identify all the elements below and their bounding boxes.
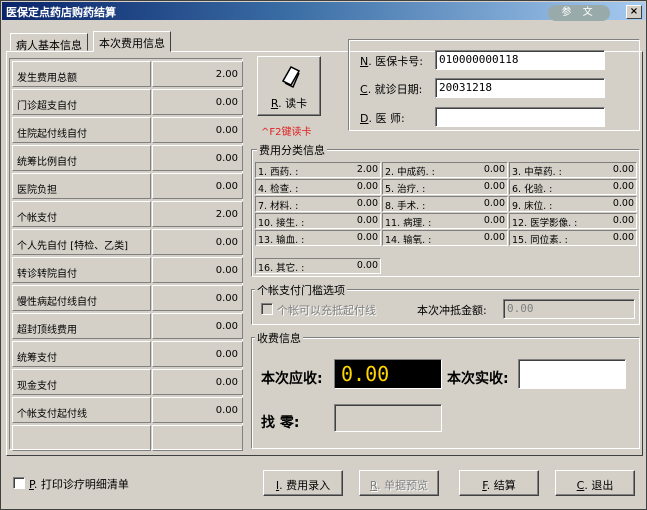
amount-due-label: 本次应收:	[261, 371, 323, 387]
fee-item: 8. 手术. :0.00	[382, 196, 508, 212]
cost-value: 0.00	[152, 341, 243, 367]
fee-item: 10. 接生. :0.00	[255, 213, 381, 229]
cost-label: 统筹比例自付	[12, 145, 151, 171]
fee-item: 3. 中草药. :0.00	[509, 162, 637, 178]
amount-paid-label: 本次实收:	[447, 371, 509, 387]
offset-checkbox-label: 个帐可以充抵起付线	[277, 304, 376, 317]
fee-item: 13. 输血. :0.00	[255, 230, 381, 246]
cost-label: 慢性病起付线自付	[12, 285, 151, 311]
card-no-label: N. 医保卡号:	[360, 55, 423, 68]
table-row: 超封顶线费用 0.00	[12, 313, 243, 339]
logo: 参 文	[548, 5, 610, 21]
cost-value: 0.00	[152, 285, 243, 311]
offset-amount-label: 本次冲抵金额:	[417, 304, 487, 317]
cost-value: 0.00	[152, 313, 243, 339]
read-card-hint: ^F2键读卡	[261, 127, 312, 138]
fee-item: 5. 治疗. :0.00	[382, 179, 508, 195]
cost-value: 0.00	[152, 229, 243, 255]
cost-value: 0.00	[152, 173, 243, 199]
print-details-label: P. 打印诊疗明细清单	[29, 478, 129, 491]
close-button[interactable]: ×	[626, 5, 642, 19]
preview-button[interactable]: R. 单据预览	[359, 470, 439, 496]
cost-label: 门诊超支自付	[12, 89, 151, 115]
threshold-title: 个帐支付门槛选项	[255, 282, 347, 298]
change-display	[334, 404, 442, 432]
amount-due-display: 0.00	[334, 359, 442, 389]
card-number-field[interactable]: 010000000118	[435, 50, 605, 70]
cost-label	[12, 425, 151, 451]
table-row: 现金支付 0.00	[12, 369, 243, 395]
exit-button[interactable]: C. 退出	[555, 470, 635, 496]
cost-table: 发生费用总额 2.00 门诊超支自付 0.00 住院起付线自付 0.00 统筹比例自付…	[9, 58, 243, 451]
title-bar[interactable]: 医保定点药店购药结算 参 文 ×	[2, 2, 645, 21]
fee-item: 11. 病理. :0.00	[382, 213, 508, 229]
cost-label: 现金支付	[12, 369, 151, 395]
settle-button[interactable]: F. 结算	[459, 470, 539, 496]
table-row: 住院起付线自付 0.00	[12, 117, 243, 143]
fee-item: 9. 床位. :0.00	[509, 196, 637, 212]
table-row: 统筹比例自付 0.00	[12, 145, 243, 171]
cost-value: 0.00	[152, 145, 243, 171]
fee-item: 12. 医学影像. :0.00	[509, 213, 637, 229]
table-row: 医院负担 0.00	[12, 173, 243, 199]
charge-group	[251, 337, 640, 449]
cost-label: 转诊转院自付	[12, 257, 151, 283]
fee-item: 6. 化验. :0.00	[509, 179, 637, 195]
table-row: 转诊转院自付 0.00	[12, 257, 243, 283]
settlement-window: 医保定点药店购药结算 参 文 × 病人基本信息 本次费用信息 发生费用总额 2.0…	[0, 0, 647, 510]
visit-date-label: C. 就诊日期:	[360, 83, 423, 96]
cost-value: 0.00	[152, 369, 243, 395]
cost-label: 医院负担	[12, 173, 151, 199]
cost-value: 2.00	[152, 61, 243, 87]
fee-item: 1. 西药. :2.00	[255, 162, 381, 178]
fee-item: 15. 同位素. :0.00	[509, 230, 637, 246]
cost-value: 2.00	[152, 201, 243, 227]
read-card-label: . 读卡	[278, 97, 308, 110]
print-details-checkbox[interactable]	[13, 477, 25, 489]
visit-date-field[interactable]: 20031218	[435, 78, 605, 98]
table-row: 发生费用总额 2.00	[12, 61, 243, 87]
table-row: 个帐支付起付线 0.00	[12, 397, 243, 423]
table-row: 个帐支付 2.00	[12, 201, 243, 227]
doctor-label: D. 医 师:	[360, 112, 405, 125]
cost-label: 住院起付线自付	[12, 117, 151, 143]
cost-label: 发生费用总额	[12, 61, 151, 87]
fee-category-title: 费用分类信息	[257, 142, 327, 158]
offset-amount-field[interactable]: 0.00	[503, 299, 635, 319]
cost-value: 0.00	[152, 397, 243, 423]
table-row: 统筹支付 0.00	[12, 341, 243, 367]
tab-patient-info[interactable]: 病人基本信息	[10, 33, 88, 52]
cost-label: 个人先自付 [特检、乙类]	[12, 229, 151, 255]
window-title: 医保定点药店购药结算	[6, 6, 116, 19]
table-row: 慢性病起付线自付 0.00	[12, 285, 243, 311]
card-reader-icon	[277, 63, 303, 92]
fee-item: 16. 其它. :0.00	[255, 258, 381, 274]
table-row	[12, 425, 243, 451]
fee-item: 7. 材料. :0.00	[255, 196, 381, 212]
offset-checkbox[interactable]	[261, 303, 273, 315]
tab-cost-info[interactable]: 本次费用信息	[93, 31, 171, 52]
read-card-button[interactable]: R. 读卡	[257, 56, 321, 116]
cost-value: 0.00	[152, 257, 243, 283]
cost-value: 0.00	[152, 117, 243, 143]
cost-value	[152, 425, 243, 451]
table-row: 个人先自付 [特检、乙类] 0.00	[12, 229, 243, 255]
amount-paid-field[interactable]	[518, 359, 626, 389]
cost-label: 统筹支付	[12, 341, 151, 367]
doctor-field[interactable]	[435, 107, 605, 127]
cost-value: 0.00	[152, 89, 243, 115]
change-label: 找 零:	[261, 415, 300, 431]
fee-item: 14. 输氧. :0.00	[382, 230, 508, 246]
charge-title: 收费信息	[255, 330, 303, 346]
cost-label: 个帐支付	[12, 201, 151, 227]
cost-label: 超封顶线费用	[12, 313, 151, 339]
cost-label: 个帐支付起付线	[12, 397, 151, 423]
fee-item: 2. 中成药. :0.00	[382, 162, 508, 178]
table-row: 门诊超支自付 0.00	[12, 89, 243, 115]
fee-item: 4. 检查. :0.00	[255, 179, 381, 195]
fee-entry-button[interactable]: I. 费用录入	[263, 470, 343, 496]
